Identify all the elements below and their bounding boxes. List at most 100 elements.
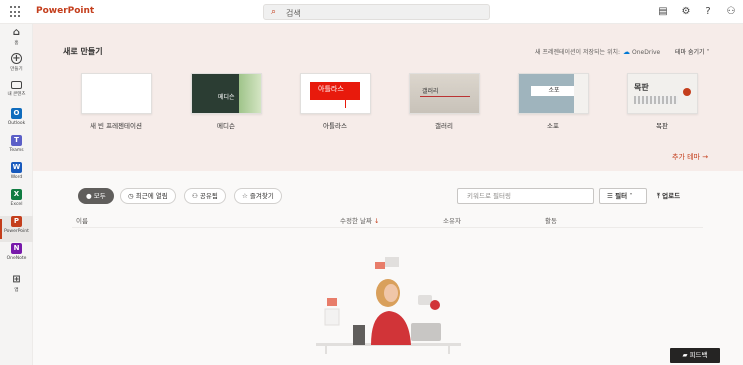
feedback-button[interactable]: ▰ 피드백 (670, 348, 720, 363)
tab-label: 모두 (93, 192, 106, 200)
settings-icon[interactable]: ⚙ (679, 5, 693, 19)
outlook-icon: O (11, 108, 22, 119)
comment-icon: ▰ (682, 351, 688, 359)
thumb-decor (634, 96, 678, 104)
help-icon[interactable]: ? (701, 5, 715, 19)
keyword-filter-input[interactable]: 키워드로 필터링 (457, 188, 594, 204)
upload-button[interactable]: ⤒ 업로드 (657, 190, 680, 201)
feedback-label: 피드백 (689, 351, 708, 359)
people-icon: ⚇ (192, 192, 198, 200)
template-madison[interactable]: 메디슨 (191, 73, 262, 114)
filter-button[interactable]: ☰ 필터 ˅ (599, 188, 647, 204)
rail-label: Outlook (7, 121, 26, 126)
tab-all[interactable]: ● 모두 (78, 188, 114, 204)
onenote-icon: N (11, 243, 22, 254)
rail-label: 앱 (14, 288, 19, 293)
chevron-up-icon: ˄ (706, 49, 710, 56)
file-list-section: ● 모두 ◷ 최근에 열림 ⚇ 공유됨 ☆ 즐겨찾기 키워드로 필터링 ☰ 필터… (33, 171, 743, 365)
template-label: 새 빈 프레젠테이션 (90, 122, 142, 130)
column-modified[interactable]: 수정한 날짜 ↓ (340, 215, 380, 225)
save-location[interactable]: 새 프레젠테이션이 저장되는 위치: ☁ OneDrive (535, 47, 660, 56)
template-label: 아틀라스 (323, 122, 347, 130)
excel-icon: X (11, 189, 22, 200)
rail-home[interactable]: ⌂ 홈 (0, 27, 33, 53)
more-themes-link[interactable]: 추가 테마 → (672, 152, 708, 162)
template-atlas[interactable]: 아틀라스 (300, 73, 371, 114)
thumb-decor (239, 74, 261, 113)
template-blank[interactable] (81, 73, 152, 114)
search-box[interactable]: ⌕ 검색 (263, 4, 490, 20)
tab-recent[interactable]: ◷ 최근에 열림 (120, 188, 176, 204)
template-label: 갤러리 (435, 122, 453, 130)
rail-label: 내 콘텐츠 (7, 92, 26, 97)
upload-icon: ⤒ (657, 192, 660, 200)
rail-powerpoint[interactable]: P PowerPoint (0, 216, 33, 242)
thumb-decor (683, 88, 691, 96)
empty-state-illustration (316, 257, 461, 354)
app-name[interactable]: PowerPoint (36, 6, 94, 16)
new-section-title: 새로 만들기 (63, 47, 103, 56)
template-label: 소포 (547, 122, 559, 130)
template-parcel[interactable]: 소포 (518, 73, 589, 114)
feedback-icon[interactable]: ▤ (656, 5, 670, 19)
upload-label: 업로드 (662, 192, 681, 200)
save-location-label: 새 프레젠테이션이 저장되는 위치: (535, 49, 621, 56)
thumb-text: 목판 (634, 83, 649, 92)
sort-down-icon: ↓ (374, 217, 380, 225)
template-label: 목판 (656, 122, 668, 130)
rail-label: PowerPoint (4, 229, 29, 234)
column-activity[interactable]: 활동 (545, 215, 557, 225)
apps-icon: ⊞ (12, 274, 21, 285)
new-section: 새로 만들기 새 프레젠테이션이 저장되는 위치: ☁ OneDrive 테마 숨기… (33, 24, 743, 171)
thumb-text: 아틀라스 (318, 85, 344, 93)
top-bar: PowerPoint ⌕ 검색 ▤ ⚙ ? ⚇ (0, 0, 743, 24)
rail-create[interactable]: + 만들기 (0, 53, 33, 79)
column-owner[interactable]: 소유자 (443, 215, 461, 225)
rail-label: Excel (10, 202, 23, 207)
rail-label: 만들기 (10, 67, 23, 72)
all-icon: ● (86, 192, 92, 200)
rail-label: Teams (9, 148, 24, 153)
rail-label: OneNote (6, 256, 27, 261)
rail-word[interactable]: W Word (0, 162, 33, 188)
filter-icon: ☰ (607, 192, 613, 200)
filter-label: 필터 (615, 192, 628, 200)
tab-shared[interactable]: ⚇ 공유됨 (184, 188, 226, 204)
rail-teams[interactable]: T Teams (0, 135, 33, 161)
home-icon: ⌂ (12, 27, 21, 38)
column-label: 수정한 날짜 (340, 217, 372, 225)
app-rail: ⌂ 홈 + 만들기 내 콘텐츠 O Outlook T Teams W Word… (0, 24, 33, 365)
thumb-text: 갤러리 (422, 88, 439, 95)
app-launcher-icon[interactable] (10, 6, 22, 18)
rail-label: 홈 (14, 41, 19, 46)
hide-themes-button[interactable]: 테마 숨기기 ˄ (675, 47, 709, 56)
cloud-icon: ☁ (623, 48, 631, 56)
hide-themes-label: 테마 숨기기 (675, 49, 705, 56)
rail-my-content[interactable]: 내 콘텐츠 (0, 79, 33, 105)
search-icon: ⌕ (271, 7, 277, 17)
rail-onenote[interactable]: N OneNote (0, 243, 33, 269)
rail-apps[interactable]: ⊞ 앱 (0, 274, 33, 300)
account-icon[interactable]: ⚇ (724, 5, 738, 19)
tab-label: 즐겨찾기 (249, 192, 274, 200)
powerpoint-icon: P (11, 216, 22, 227)
thumb-text: 메디슨 (218, 94, 235, 101)
save-location-value: OneDrive (632, 49, 661, 56)
column-name[interactable]: 이름 (76, 215, 88, 225)
thumb-decor (420, 96, 470, 97)
tab-favorites[interactable]: ☆ 즐겨찾기 (234, 188, 282, 204)
rail-outlook[interactable]: O Outlook (0, 108, 33, 134)
tab-label: 공유됨 (199, 192, 218, 200)
rail-excel[interactable]: X Excel (0, 189, 33, 215)
template-label: 메디슨 (217, 122, 235, 130)
template-woodtype[interactable]: 목판 (627, 73, 698, 114)
thumb-text: 소포 (531, 86, 577, 96)
chevron-down-icon: ˅ (629, 192, 633, 200)
header-divider (72, 227, 703, 228)
create-icon: + (11, 53, 22, 64)
rail-label: Word (10, 175, 23, 180)
template-gallery[interactable]: 갤러리 (409, 73, 480, 114)
word-icon: W (11, 162, 22, 173)
folder-icon (11, 81, 22, 89)
tab-label: 최근에 열림 (135, 192, 168, 200)
